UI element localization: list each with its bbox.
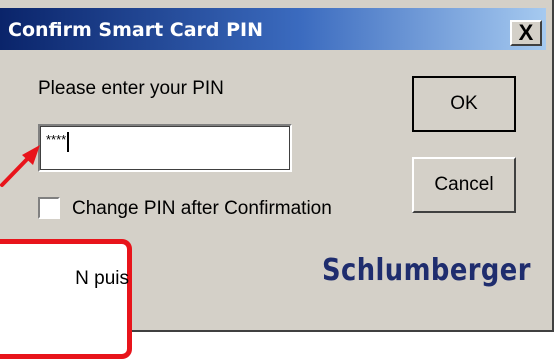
annotation-arrow-icon [0, 145, 40, 187]
